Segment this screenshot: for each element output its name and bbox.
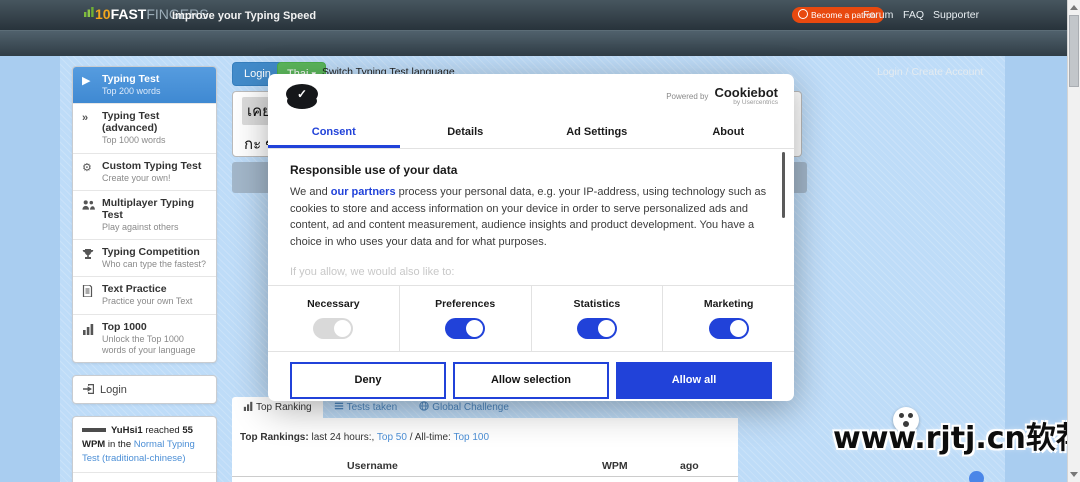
patreon-icon <box>798 9 808 19</box>
tab-details[interactable]: Details <box>400 118 532 148</box>
country-flag-icon <box>82 428 106 433</box>
statistics-toggle[interactable] <box>576 318 617 339</box>
top-50-link[interactable]: Top 50 <box>377 432 407 443</box>
toggle-preferences: Preferences <box>398 286 531 351</box>
sidebar-login-button[interactable]: Login <box>72 375 217 404</box>
bar-chart-icon <box>82 323 95 336</box>
nav-link-faq[interactable]: FAQ <box>903 9 924 21</box>
consent-paragraph: We and our partners process your persona… <box>290 186 767 248</box>
list-icon <box>334 402 343 410</box>
consent-faded-line: If you allow, we would also like to: <box>290 266 455 278</box>
consent-heading: Responsible use of your data <box>290 163 458 177</box>
login-create-account-link[interactable]: Login / Create Account <box>877 66 983 78</box>
allow-selection-button[interactable]: Allow selection <box>453 362 609 399</box>
achievement-item: LLy1 reached 27 WPM in the Normal Typing… <box>73 473 216 482</box>
toggle-statistics: Statistics <box>530 286 663 351</box>
tab-consent[interactable]: Consent <box>268 118 400 148</box>
gears-icon: ⚙ <box>82 161 92 174</box>
cookie-consent-dialog: ✓ Powered by Cookiebot by Usercentrics C… <box>268 74 794 401</box>
deny-button[interactable]: Deny <box>290 362 446 399</box>
tab-ad-settings[interactable]: Ad Settings <box>531 118 663 148</box>
marketing-toggle[interactable] <box>708 318 749 339</box>
sidebar-item-typing-test[interactable]: ▶ Typing Test Top 200 words <box>73 67 216 105</box>
consent-tabs: Consent Details Ad Settings About <box>268 118 794 149</box>
powered-by: Powered by Cookiebot by Usercentrics <box>666 85 778 106</box>
play-icon: ▶ <box>82 75 91 87</box>
column-header-wpm: WPM <box>602 460 628 472</box>
sidebar: ▶ Typing Test Top 200 words » Typing Tes… <box>72 66 217 482</box>
sidebar-item-text-practice[interactable]: Text Practice Practice your own Text <box>73 277 216 315</box>
sidebar-item-custom-typing-test[interactable]: ⚙ Custom Typing Test Create your own! <box>73 154 216 191</box>
recent-achievements: YuHsi1 reached 55 WPM in the Normal Typi… <box>72 416 217 482</box>
allow-all-button[interactable]: Allow all <box>616 362 772 399</box>
table-header-divider <box>232 476 738 477</box>
nav-link-supporter[interactable]: Supporter <box>933 9 979 21</box>
sidebar-item-typing-competition[interactable]: Typing Competition Who can type the fast… <box>73 240 216 278</box>
scroll-up-arrow[interactable] <box>1070 5 1078 10</box>
users-icon <box>82 199 95 212</box>
sidebar-menu: ▶ Typing Test Top 200 words » Typing Tes… <box>72 66 217 363</box>
achievement-user: YuHsi1 <box>111 425 143 436</box>
document-icon <box>82 284 95 298</box>
globe-icon <box>419 401 429 411</box>
page: 10FASTFINGERS Improve your Typing Speed … <box>0 0 1080 482</box>
tab-about[interactable]: About <box>663 118 795 148</box>
toggle-necessary: Necessary <box>268 286 399 351</box>
consent-buttons: Deny Allow selection Allow all <box>290 362 772 399</box>
scroll-down-arrow[interactable] <box>1070 472 1078 477</box>
sidebar-item-multiplayer-typing-test[interactable]: Multiplayer Typing Test Play against oth… <box>73 191 216 240</box>
logo-text-bold: FAST <box>110 6 147 22</box>
necessary-toggle[interactable] <box>313 318 354 339</box>
logo-bars-icon <box>84 7 94 17</box>
achievement-item: YuHsi1 reached 55 WPM in the Normal Typi… <box>73 417 216 474</box>
watermark-text: www.rjtj.cn软荐网 <box>833 421 1080 456</box>
ranking-panel: Top Rankings: last 24 hours:, Top 50 / A… <box>232 418 738 482</box>
logo-number: 10 <box>95 6 111 22</box>
bar-chart-icon <box>243 401 253 411</box>
sidebar-item-typing-test-advanced[interactable]: » Typing Test (advanced) Top 1000 words <box>73 104 216 154</box>
secondary-navbar: Language: Thai ▾ Login / Create Account <box>0 30 1067 78</box>
toggle-marketing: Marketing <box>662 286 794 351</box>
top-100-link[interactable]: Top 100 <box>453 432 489 443</box>
preferences-toggle[interactable] <box>445 318 486 339</box>
modal-scrollbar[interactable] <box>782 152 785 218</box>
sidebar-item-top-1000[interactable]: Top 1000 Unlock the Top 1000 words of yo… <box>73 315 216 363</box>
our-partners-link[interactable]: our partners <box>331 186 396 198</box>
scrollbar-thumb[interactable] <box>1069 15 1079 87</box>
trophy-icon <box>82 248 95 261</box>
fast-forward-icon: » <box>82 112 89 125</box>
rankings-summary: Top Rankings: last 24 hours:, Top 50 / A… <box>240 432 490 443</box>
page-scrollbar[interactable] <box>1067 0 1080 482</box>
consent-body: Responsible use of your data We and our … <box>268 150 794 285</box>
floating-blue-dot <box>969 471 984 482</box>
login-arrow-icon <box>83 384 94 394</box>
nav-link-forum[interactable]: Forum <box>863 9 893 21</box>
column-header-ago: ago <box>680 460 699 472</box>
cookiebot-logo-icon: ✓ <box>286 84 320 111</box>
site-tagline: Improve your Typing Speed <box>172 10 317 22</box>
column-header-username: Username <box>347 460 398 472</box>
consent-toggle-row: Necessary Preferences Statistics Marketi… <box>268 285 794 352</box>
top-navbar: 10FASTFINGERS Improve your Typing Speed … <box>0 0 1067 30</box>
cookiebot-brand: Cookiebot <box>714 85 778 100</box>
